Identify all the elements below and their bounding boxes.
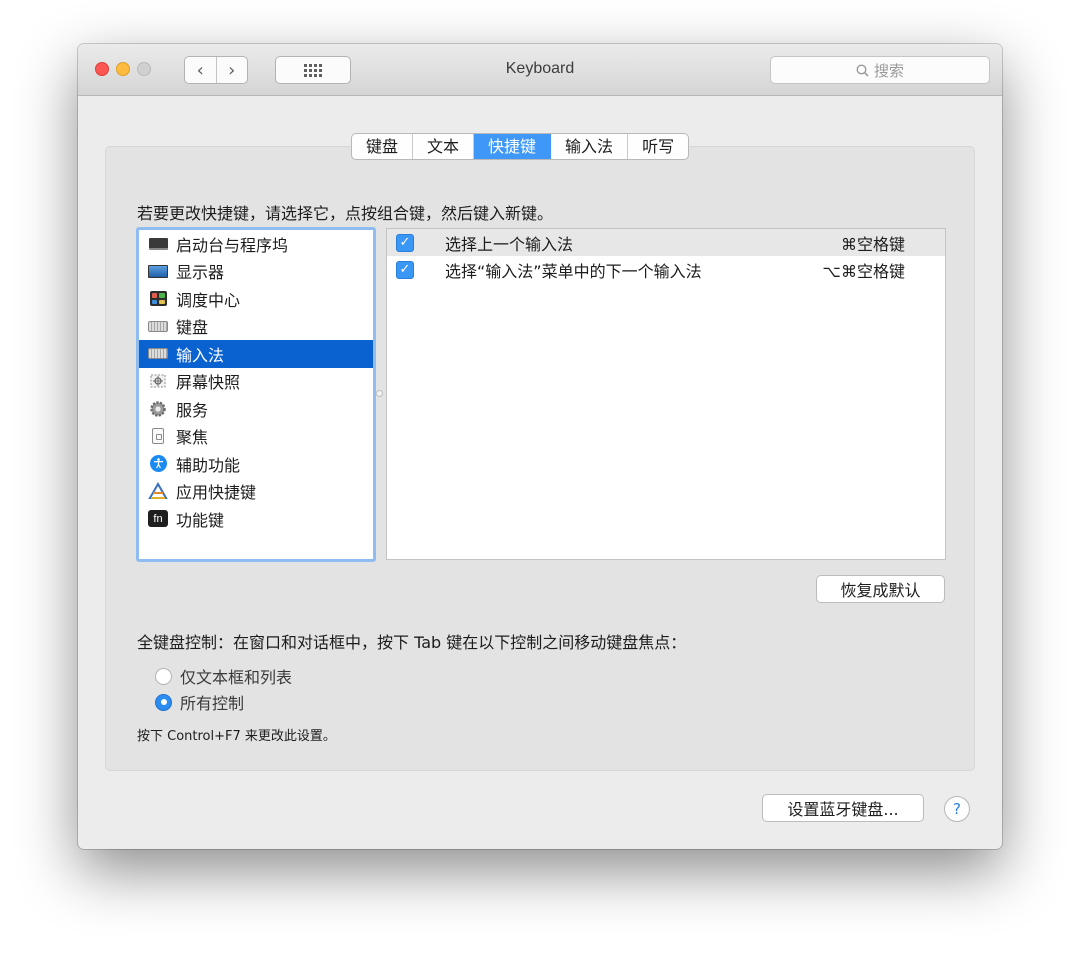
shortcut-row[interactable]: ✓ 选择“输入法”菜单中的下一个输入法 ⌥⌘空格键 bbox=[387, 256, 945, 283]
radio-all-controls[interactable]: 所有控制 bbox=[155, 690, 244, 714]
tab-keyboard[interactable]: 键盘 bbox=[352, 134, 414, 159]
category-label: 服务 bbox=[176, 400, 209, 420]
shortcut-label: 选择“输入法”菜单中的下一个输入法 bbox=[445, 261, 702, 281]
keyboard-icon bbox=[148, 317, 168, 335]
category-label: 启动台与程序坞 bbox=[176, 235, 289, 255]
split-view-divider[interactable] bbox=[376, 390, 383, 397]
category-label: 显示器 bbox=[176, 263, 225, 283]
help-button[interactable]: ? bbox=[944, 796, 970, 822]
tab-dictation[interactable]: 听写 bbox=[628, 134, 688, 159]
instruction-text: 若要更改快捷键，请选择它，点按组合键，然后键入新键。 bbox=[137, 204, 554, 223]
shortcut-list[interactable]: ✓ 选择上一个输入法 ⌘空格键 ✓ 选择“输入法”菜单中的下一个输入法 ⌥⌘空格… bbox=[386, 228, 946, 560]
title-bar: ‹ › Keyboard 搜索 bbox=[78, 44, 1002, 96]
display-icon bbox=[148, 262, 168, 280]
shortcut-checkbox[interactable]: ✓ bbox=[396, 260, 414, 279]
tab-input-sources[interactable]: 输入法 bbox=[551, 134, 629, 159]
spotlight-icon bbox=[148, 427, 168, 445]
category-label: 调度中心 bbox=[176, 290, 241, 310]
category-label: 输入法 bbox=[176, 345, 225, 365]
shortcut-key[interactable]: ⌘空格键 bbox=[841, 231, 905, 255]
shortcut-hint-text: 按下 Control+F7 来更改此设置。 bbox=[137, 729, 336, 744]
restore-defaults-button[interactable]: 恢复成默认 bbox=[816, 575, 945, 603]
shortcut-label: 选择上一个输入法 bbox=[445, 234, 574, 254]
shortcut-key[interactable]: ⌥⌘空格键 bbox=[823, 258, 905, 282]
full-keyboard-access-label: 全键盘控制：在窗口和对话框中，按下 Tab 键在以下控制之间移动键盘焦点： bbox=[137, 633, 687, 652]
launchpad-icon bbox=[148, 235, 168, 253]
category-item-launchpad[interactable]: 启动台与程序坞 bbox=[139, 230, 373, 258]
search-field[interactable]: 搜索 bbox=[770, 56, 990, 84]
category-item-display[interactable]: 显示器 bbox=[139, 258, 373, 286]
category-item-services[interactable]: 服务 bbox=[139, 395, 373, 423]
radio-button[interactable] bbox=[155, 693, 172, 711]
app-shortcuts-icon bbox=[148, 482, 168, 500]
screenshot-icon bbox=[148, 372, 168, 390]
category-label: 聚焦 bbox=[176, 428, 209, 448]
category-item-app-shortcuts[interactable]: 应用快捷键 bbox=[139, 478, 373, 506]
tab-text[interactable]: 文本 bbox=[413, 134, 475, 159]
category-item-function-keys[interactable]: fn 功能键 bbox=[139, 505, 373, 533]
keyboard-preferences-window: ‹ › Keyboard 搜索 键盘 文本 快捷键 输入法 听写 若要更改快捷键… bbox=[78, 44, 1002, 849]
tab-bar: 键盘 文本 快捷键 输入法 听写 bbox=[351, 133, 690, 160]
keyboard-icon bbox=[148, 345, 168, 363]
category-label: 应用快捷键 bbox=[176, 483, 257, 503]
setup-bluetooth-keyboard-button[interactable]: 设置蓝牙键盘... bbox=[762, 794, 924, 822]
shortcut-row[interactable]: ✓ 选择上一个输入法 ⌘空格键 bbox=[387, 229, 945, 256]
radio-label: 所有控制 bbox=[180, 694, 245, 713]
category-item-mission-control[interactable]: 调度中心 bbox=[139, 285, 373, 313]
category-item-accessibility[interactable]: 辅助功能 bbox=[139, 450, 373, 478]
search-placeholder: 搜索 bbox=[873, 61, 904, 80]
category-label: 功能键 bbox=[176, 510, 225, 530]
category-item-keyboard[interactable]: 键盘 bbox=[139, 313, 373, 341]
radio-label: 仅文本框和列表 bbox=[180, 668, 293, 687]
radio-text-boxes-and-lists[interactable]: 仅文本框和列表 bbox=[155, 664, 292, 688]
search-icon bbox=[856, 63, 869, 77]
fn-key-icon: fn bbox=[148, 510, 168, 528]
mission-control-icon bbox=[148, 290, 168, 308]
accessibility-icon bbox=[148, 455, 168, 473]
category-item-input-sources[interactable]: 输入法 bbox=[139, 340, 373, 368]
category-label: 键盘 bbox=[176, 318, 209, 338]
category-list[interactable]: 启动台与程序坞 显示器 调度中心 键盘 输入法 屏幕快照 服务 聚焦 辅助功能 … bbox=[136, 227, 376, 562]
category-label: 屏幕快照 bbox=[176, 373, 241, 393]
shortcut-checkbox[interactable]: ✓ bbox=[396, 233, 414, 252]
tab-shortcuts[interactable]: 快捷键 bbox=[474, 134, 552, 159]
category-label: 辅助功能 bbox=[176, 455, 241, 475]
category-item-screenshots[interactable]: 屏幕快照 bbox=[139, 368, 373, 396]
gear-icon bbox=[148, 400, 168, 418]
radio-button[interactable] bbox=[155, 667, 172, 685]
category-item-spotlight[interactable]: 聚焦 bbox=[139, 423, 373, 451]
